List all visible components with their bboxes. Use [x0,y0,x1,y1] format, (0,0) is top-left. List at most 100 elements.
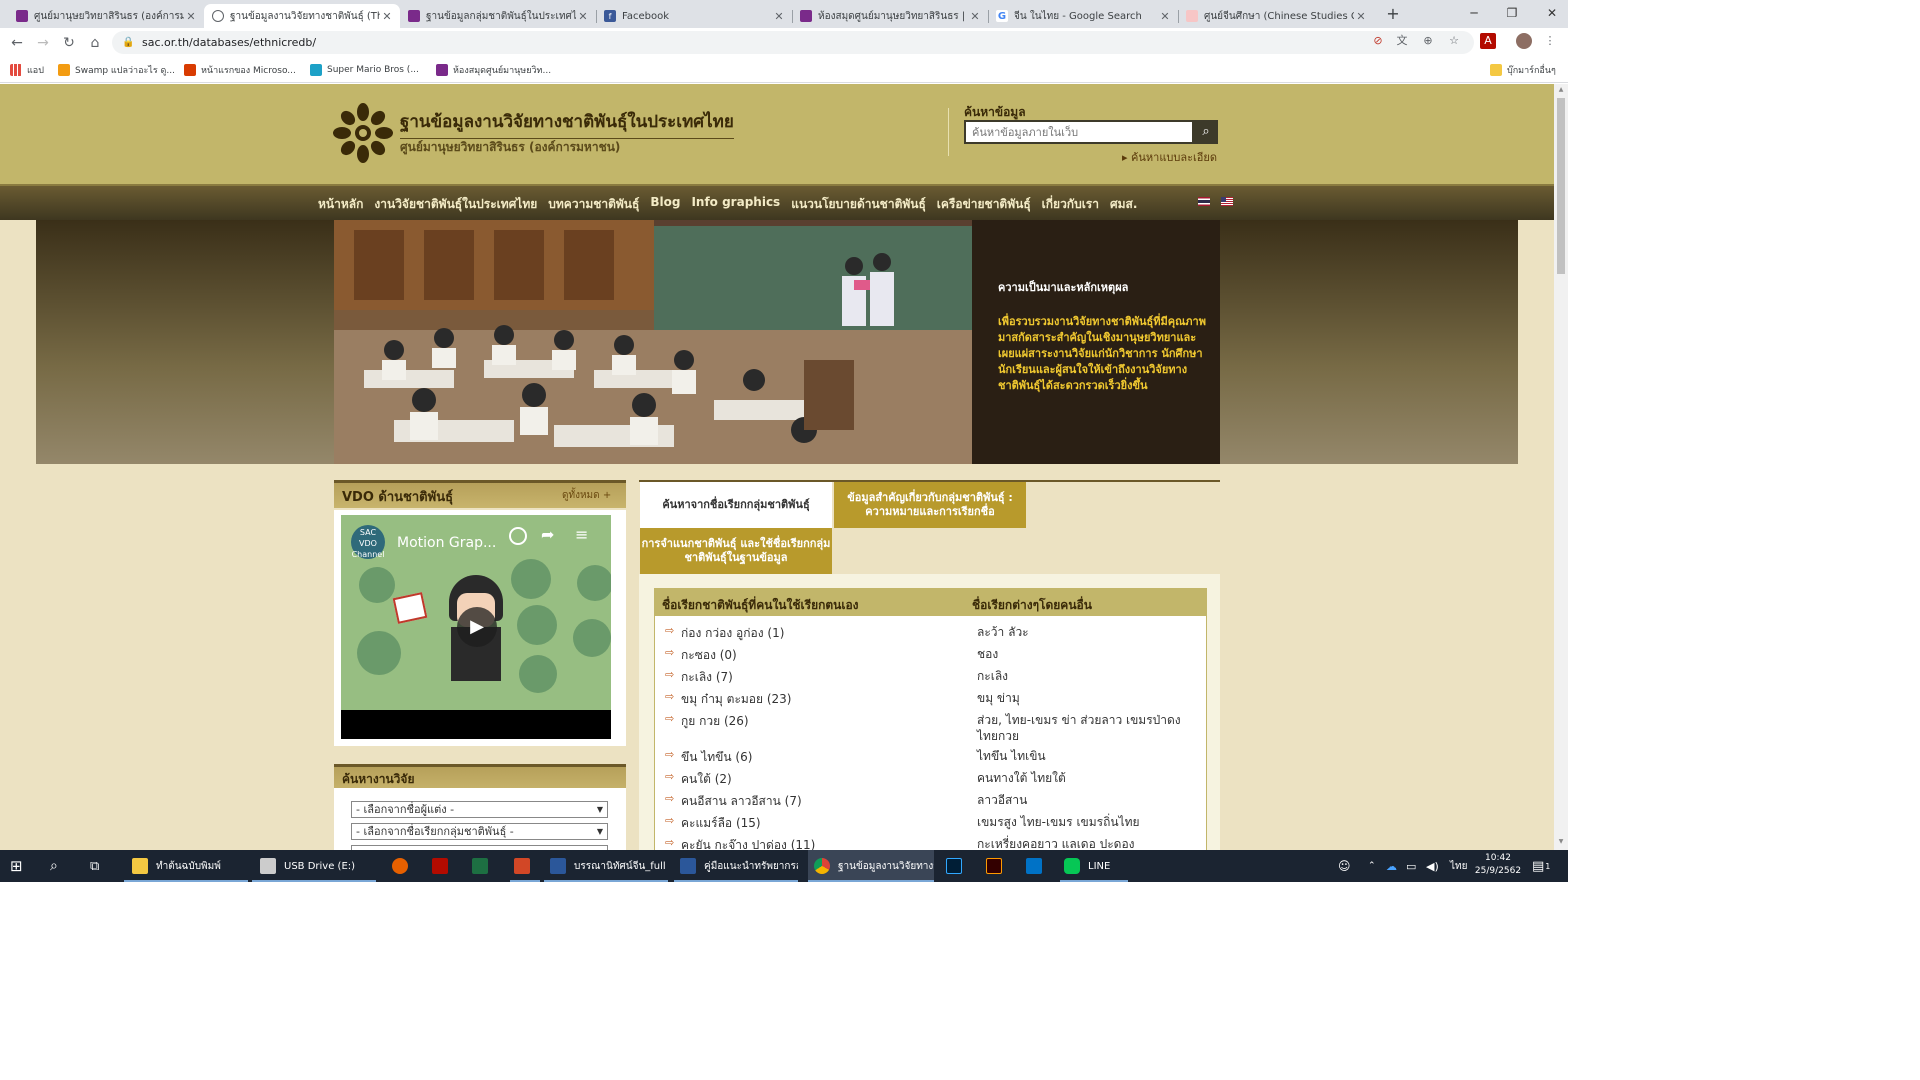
browser-tab-4[interactable]: f Facebook ✕ [596,4,792,28]
close-icon[interactable]: ✕ [184,10,198,23]
task-view-icon[interactable]: ⧉ [90,850,112,882]
input-language[interactable]: ไทย [1450,850,1470,882]
advanced-search-link[interactable]: ▸ ค้นหาแบบละเอียด [1122,148,1217,166]
blocked-popup-icon[interactable]: ⊘ [1370,33,1386,49]
video-title[interactable]: Motion Grap... [397,535,496,551]
close-icon[interactable]: ✕ [1158,10,1172,23]
ethnic-name-link[interactable]: ก่อง กว่อง อูก่อง (1) [681,624,784,643]
ethnic-group-select[interactable]: - เลือกจากชื่อเรียกกลุ่มชาติพันธุ์ - ▼ [351,823,608,840]
taskbar-photoshop[interactable] [946,850,966,882]
taskbar-app-word-1[interactable]: บรรณานิทัศน์จีน_full ... [544,850,668,882]
taskbar-outlook[interactable] [1026,850,1046,882]
minimize-button[interactable]: ─ [1462,3,1486,23]
people-icon[interactable]: ☺ [1338,850,1354,882]
taskbar-firefox[interactable] [392,850,412,882]
channel-avatar[interactable]: SAC VDO Channel [351,525,385,559]
taskbar-clock[interactable]: 10:42 25/9/2562 [1474,852,1522,878]
bookmark-item[interactable]: ห้องสมุดศูนย์มานุษยวิท... [436,62,551,78]
nav-item-policy[interactable]: แนวนโยบายด้านชาติพันธุ์ [791,195,926,214]
ethnic-name-link[interactable]: กะซอง (0) [681,646,737,665]
close-icon[interactable]: ✕ [576,10,590,23]
nav-item-infographics[interactable]: Info graphics [691,195,780,214]
site-title[interactable]: ฐานข้อมูลงานวิจัยทางชาติพันธุ์ในประเทศไท… [400,108,734,139]
ethnic-name-link[interactable]: ขมุ ก๋ามุ ตะมอย (23) [681,690,792,709]
ethnic-name-link[interactable]: ขึน ไทขึน (6) [681,748,752,767]
thai-flag-icon[interactable] [1198,197,1210,206]
translate-icon[interactable]: 文 [1394,33,1410,49]
nav-item-research[interactable]: งานวิจัยชาติพันธุ์ในประเทศไทย [374,195,537,214]
nav-item-sac[interactable]: ศมส. [1110,195,1137,214]
bookmark-item[interactable]: Super Mario Bros (... [310,62,419,78]
tab-key-info[interactable]: ข้อมูลสำคัญเกี่ยวกับกลุ่มชาติพันธุ์ : คว… [834,482,1026,528]
profile-avatar[interactable] [1516,33,1532,49]
browser-tab-6[interactable]: G จีน ในไทย - Google Search ✕ [988,4,1178,28]
english-flag-icon[interactable] [1221,197,1233,206]
close-icon[interactable]: ✕ [380,10,394,23]
ethnic-name-link[interactable]: กูย กวย (26) [681,712,749,731]
onedrive-icon[interactable]: ☁ [1386,850,1402,882]
video-control-bar[interactable] [341,710,611,739]
video-player[interactable]: SAC VDO Channel Motion Grap... ➦ ≡ ▶ [341,515,611,739]
taskbar-app-usb[interactable]: USB Drive (E:) [252,850,376,882]
windows-start-icon[interactable]: ⊞ [10,850,32,882]
forward-icon[interactable]: → [32,32,54,54]
ethnic-name-link[interactable]: คะแมร์ลือ (15) [681,814,761,833]
browser-tab-2[interactable]: ฐานข้อมูลงานวิจัยทางชาติพันธุ์ (Thaila✕ [204,4,400,28]
taskbar-app-chrome[interactable]: ฐานข้อมูลงานวิจัยทางช... [808,850,934,882]
nav-item-network[interactable]: เครือข่ายชาติพันธุ์ [937,195,1031,214]
browser-tab-3[interactable]: ฐานข้อมูลกลุ่มชาติพันธุ์ในประเทศไทย ✕ [400,4,596,28]
watch-later-icon[interactable] [509,527,527,545]
back-icon[interactable]: ← [6,32,28,54]
taskbar-app-folder[interactable]: ทำต้นฉบับพิมพ์ [124,850,248,882]
taskbar-powerpoint[interactable] [510,850,540,882]
vdo-view-all-link[interactable]: ดูทั้งหมด + [562,488,611,503]
bookmark-apps[interactable]: แอป [10,62,44,78]
bookmark-star-icon[interactable]: ☆ [1446,33,1462,49]
menu-icon[interactable]: ⋮ [1542,33,1558,49]
nav-item-about[interactable]: เกี่ยวกับเรา [1042,195,1099,214]
browser-tab-5[interactable]: ห้องสมุดศูนย์มานุษยวิทยาสิรินธร | หน้ ✕ [792,4,988,28]
reload-icon[interactable]: ↻ [58,32,80,54]
notifications-icon[interactable]: ▤ 1 [1532,850,1554,882]
sac-logo-icon[interactable] [332,102,394,164]
close-icon[interactable]: ✕ [772,10,786,23]
tab-classification[interactable]: การจำแนกชาติพันธุ์ และใช้ชื่อเรียกกลุ่มช… [640,528,832,574]
other-bookmarks[interactable]: บุ๊กมาร์กอื่นๆ [1490,62,1556,78]
home-icon[interactable]: ⌂ [84,32,106,54]
browser-tab-7[interactable]: ศูนย์จีนศึกษา (Chinese Studies Cen ✕ [1178,4,1374,28]
bookmark-item[interactable]: หน้าแรกของ Microso... [184,62,296,78]
volume-icon[interactable]: ◀) [1426,850,1442,882]
share-icon[interactable]: ➦ [541,525,554,544]
play-icon[interactable]: ▶ [457,607,497,647]
tab-search-by-name[interactable]: ค้นหาจากชื่อเรียกกลุ่มชาติพันธุ์ [640,482,832,528]
close-icon[interactable]: ✕ [1354,10,1368,23]
nav-item-blog[interactable]: Blog [650,195,680,214]
scrollbar-thumb[interactable] [1557,98,1565,274]
acrobat-extension-icon[interactable]: A [1480,33,1496,49]
network-icon[interactable]: ▭ [1406,850,1422,882]
scroll-up-icon[interactable]: ▲ [1557,86,1565,93]
search-icon[interactable]: ⌕ [50,850,72,882]
nav-item-home[interactable]: หน้าหลัก [318,195,363,214]
address-bar[interactable]: 🔒 sac.or.th/databases/ethnicredb/ [112,31,1474,54]
new-tab-button[interactable]: + [1384,5,1402,23]
browser-tab-1[interactable]: ศูนย์มานุษยวิทยาสิรินธร (องค์การมหาช✕ [8,4,204,28]
bookmark-item[interactable]: Swamp แปลว่าอะไร ดู... [58,62,175,78]
ethnic-name-link[interactable]: คนอีสาน ลาวอีสาน (7) [681,792,802,811]
taskbar-acrobat[interactable] [432,850,452,882]
page-scrollbar[interactable]: ▲ ▼ [1554,84,1568,850]
ethnic-name-link[interactable]: คะยัน กะจ๊าง ปาด่อง (11) [681,836,815,850]
ethnic-name-link[interactable]: กะเลิง (7) [681,668,733,687]
author-select[interactable]: - เลือกจากชื่อผู้แต่ง - ▼ [351,801,608,818]
search-icon[interactable]: ⌕ [1194,120,1218,144]
close-icon[interactable]: ✕ [968,10,982,23]
nav-item-articles[interactable]: บทความชาติพันธุ์ [548,195,639,214]
window-close-button[interactable]: ✕ [1540,3,1564,23]
zoom-icon[interactable]: ⊕ [1420,33,1436,49]
taskbar-app-line[interactable]: LINE [1060,850,1128,882]
maximize-button[interactable]: ❐ [1500,3,1524,23]
scroll-down-icon[interactable]: ▼ [1557,838,1565,845]
ethnic-name-link[interactable]: คนใต้ (2) [681,770,732,789]
chevron-up-icon[interactable]: ⌃ [1368,850,1380,882]
taskbar-illustrator[interactable] [986,850,1006,882]
